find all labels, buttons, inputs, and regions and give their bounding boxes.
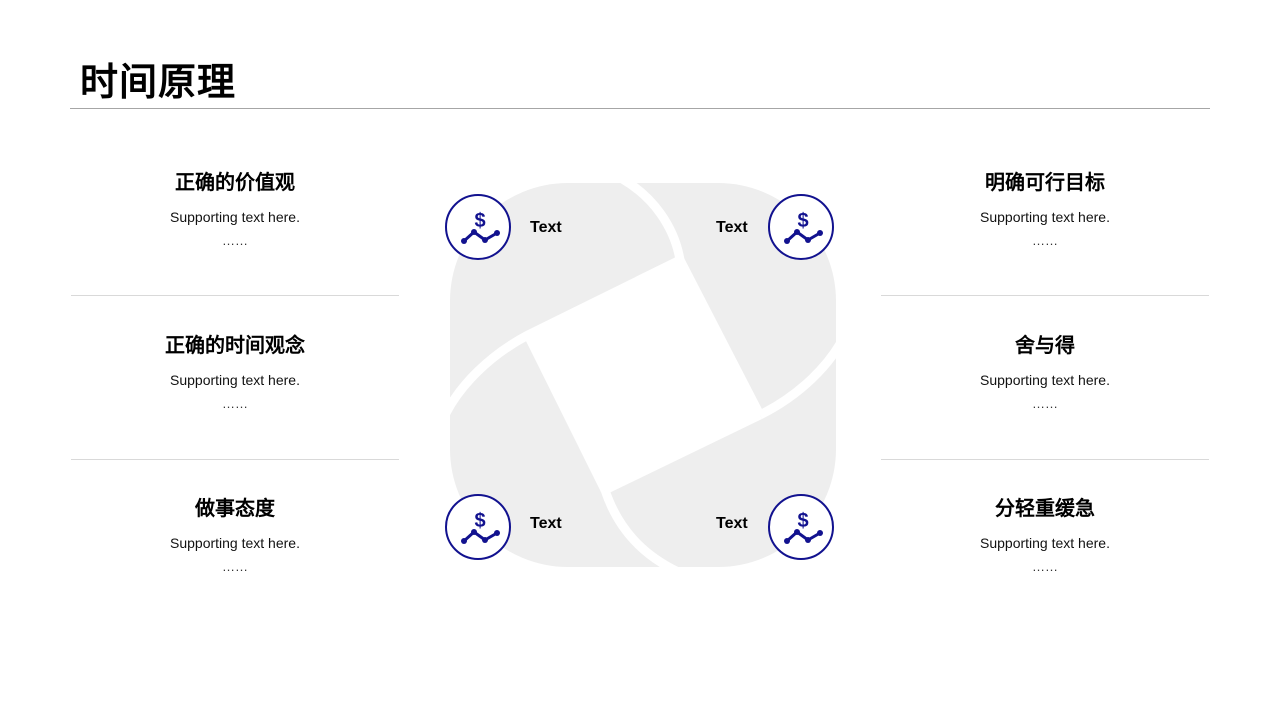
title-divider — [70, 108, 1210, 109]
item-ellipsis: …… — [222, 233, 248, 248]
item-ellipsis: …… — [1032, 559, 1058, 574]
badge-label-bottom-right: Text — [716, 515, 748, 532]
item-ellipsis: …… — [1032, 396, 1058, 411]
right-item-1: 明确可行目标 Supporting text here. …… — [881, 168, 1209, 250]
badge-label-top-right: Text — [716, 219, 748, 236]
right-divider-1 — [881, 295, 1209, 296]
left-item-1: 正确的价值观 Supporting text here. …… — [71, 168, 399, 250]
item-title: 分轻重缓急 — [995, 496, 1095, 520]
svg-text:$: $ — [797, 510, 808, 532]
svg-text:$: $ — [474, 210, 485, 232]
page-title: 时间原理 — [80, 60, 237, 104]
item-ellipsis: …… — [222, 396, 248, 411]
dollar-trend-icon: $ — [445, 194, 511, 260]
right-item-3: 分轻重缓急 Supporting text here. …… — [881, 494, 1209, 576]
item-title: 正确的价值观 — [175, 170, 295, 194]
item-title: 舍与得 — [1015, 333, 1075, 357]
item-text: Supporting text here. — [170, 209, 300, 225]
item-text: Supporting text here. — [980, 372, 1110, 388]
item-title: 明确可行目标 — [985, 170, 1105, 194]
item-text: Supporting text here. — [980, 535, 1110, 551]
right-item-2: 舍与得 Supporting text here. …… — [881, 331, 1209, 413]
left-item-3: 做事态度 Supporting text here. …… — [71, 494, 399, 576]
dollar-trend-icon: $ — [768, 494, 834, 560]
dollar-trend-icon: $ — [445, 494, 511, 560]
badge-label-top-left: Text — [530, 219, 562, 236]
dollar-trend-icon: $ — [768, 194, 834, 260]
item-text: Supporting text here. — [980, 209, 1110, 225]
item-text: Supporting text here. — [170, 372, 300, 388]
item-ellipsis: …… — [1032, 233, 1058, 248]
left-divider-2 — [71, 459, 399, 460]
item-text: Supporting text here. — [170, 535, 300, 551]
badge-label-bottom-left: Text — [530, 515, 562, 532]
svg-text:$: $ — [797, 210, 808, 232]
item-title: 正确的时间观念 — [165, 333, 305, 357]
item-title: 做事态度 — [195, 496, 275, 520]
item-ellipsis: …… — [222, 559, 248, 574]
left-item-2: 正确的时间观念 Supporting text here. …… — [71, 331, 399, 413]
right-divider-2 — [881, 459, 1209, 460]
left-divider-1 — [71, 295, 399, 296]
svg-text:$: $ — [474, 510, 485, 532]
